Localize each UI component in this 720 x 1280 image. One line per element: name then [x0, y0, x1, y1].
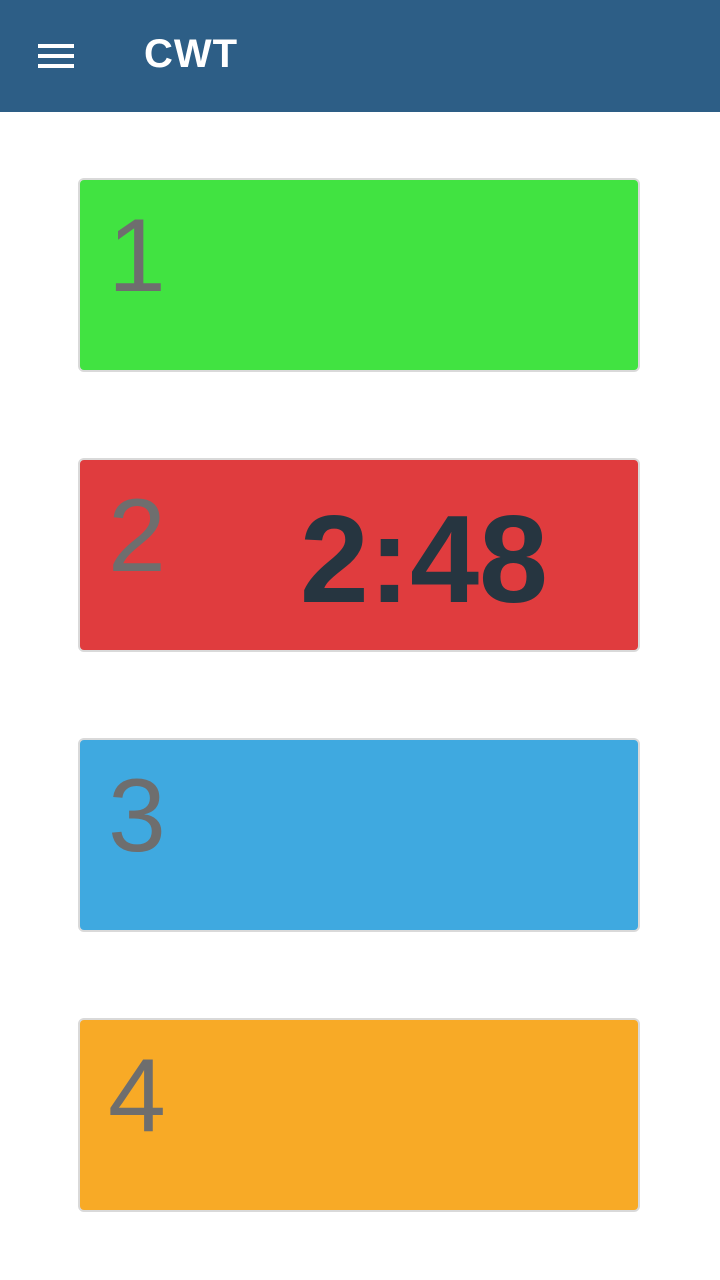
- timer-number: 1: [108, 198, 166, 314]
- timer-card-4[interactable]: 4: [78, 1018, 640, 1212]
- timer-number: 2: [108, 478, 166, 594]
- timer-number: 3: [108, 758, 166, 874]
- app-title: CWT: [144, 32, 239, 76]
- timer-time: 2:48: [299, 491, 548, 629]
- timer-card-3[interactable]: 3: [78, 738, 640, 932]
- menu-button[interactable]: [24, 32, 88, 80]
- app-bar: CWT: [0, 0, 720, 112]
- timer-number: 4: [108, 1038, 166, 1154]
- timer-card-2[interactable]: 2 2:48: [78, 458, 640, 652]
- timer-card-1[interactable]: 1: [78, 178, 640, 372]
